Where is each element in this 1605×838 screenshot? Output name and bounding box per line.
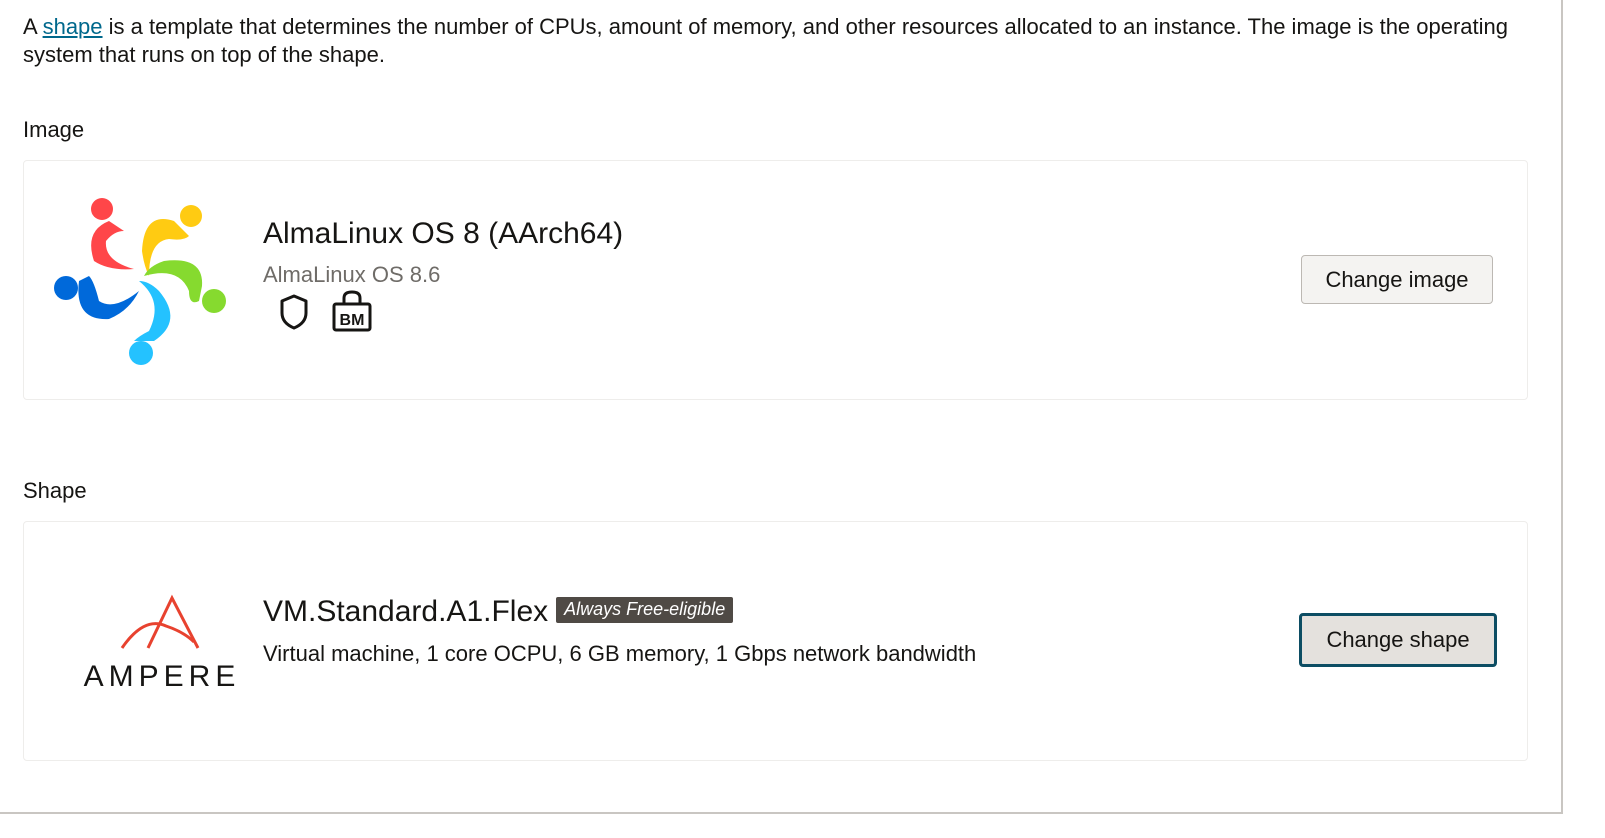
- change-shape-button[interactable]: Change shape: [1299, 613, 1497, 667]
- shape-link[interactable]: shape: [43, 14, 103, 39]
- shield-icon: [280, 294, 308, 330]
- bm-lock-icon: BM: [332, 290, 372, 332]
- intro-prefix: A: [23, 14, 43, 39]
- intro-suffix: is a template that determines the number…: [23, 14, 1509, 67]
- shape-section-label: Shape: [23, 478, 87, 503]
- shape-description: Virtual machine, 1 core OCPU, 6 GB memor…: [263, 641, 977, 666]
- image-section-label: Image: [23, 117, 85, 142]
- image-title: AlmaLinux OS 8 (AArch64): [263, 217, 624, 250]
- ampere-text: AMPERE: [84, 660, 241, 692]
- shape-title: VM.Standard.A1.Flex Always Free-eligible: [263, 595, 734, 629]
- content-panel: A shape is a template that determines th…: [0, 0, 1563, 814]
- intro-text: A shape is a template that determines th…: [23, 13, 1523, 69]
- ampere-logo: AMPERE: [84, 594, 241, 692]
- shape-name: VM.Standard.A1.Flex: [263, 595, 549, 628]
- shape-card: AMPERE VM.Standard.A1.Flex Always Free-el…: [23, 521, 1528, 761]
- almalinux-logo: [54, 198, 226, 365]
- change-image-button[interactable]: Change image: [1301, 255, 1493, 304]
- image-card: AlmaLinux OS 8 (AArch64) AlmaLinux OS 8.…: [23, 160, 1528, 400]
- bm-text: BM: [340, 312, 365, 329]
- image-subtitle: AlmaLinux OS 8.6: [263, 262, 441, 287]
- always-free-badge: Always Free-eligible: [556, 597, 734, 624]
